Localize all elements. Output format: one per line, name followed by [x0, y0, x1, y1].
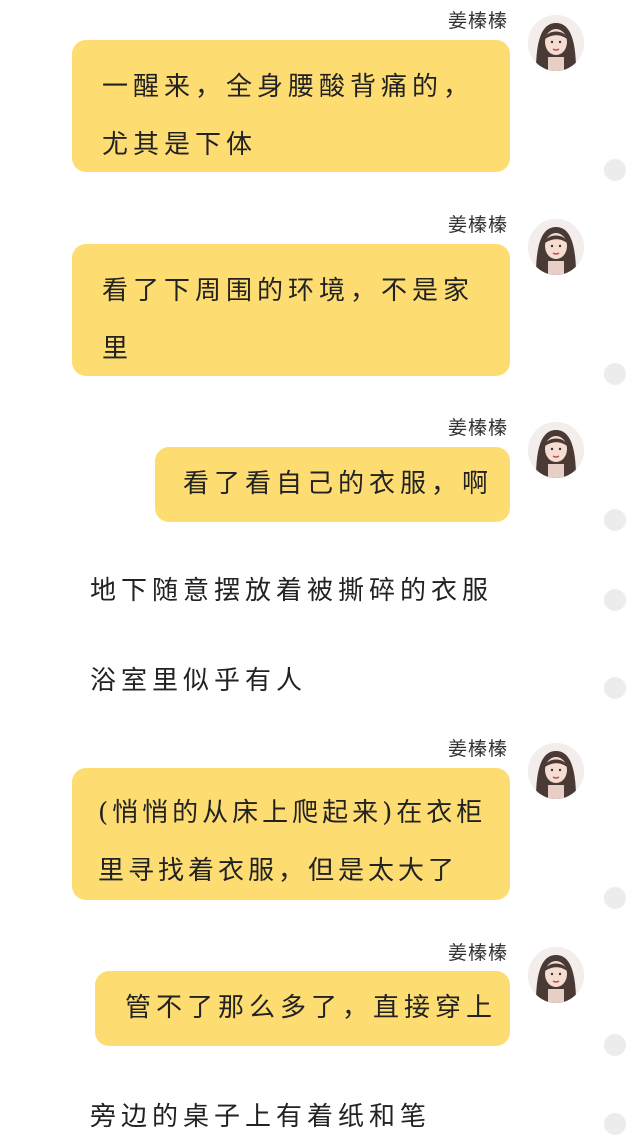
message-bubble[interactable]: (悄悄的从床上爬起来)在衣柜 里寻找着衣服，但是太大了 — [72, 768, 510, 900]
narration-text: 旁边的桌子上有着纸和笔 — [90, 1102, 432, 1132]
side-dot — [604, 887, 626, 909]
message-line: 里寻找着衣服，但是太大了 — [98, 856, 459, 886]
message-line: (悄悄的从床上爬起来)在衣柜 — [98, 798, 487, 828]
message-line: 看了看自己的衣服，啊 — [183, 469, 494, 499]
sender-name: 姜榛榛 — [447, 942, 508, 964]
message-bubble[interactable]: 一醒来，全身腰酸背痛的， 尤其是下体 — [72, 40, 510, 172]
narration-text: 浴室里似乎有人 — [90, 666, 308, 696]
message-line: 里 — [102, 334, 134, 364]
message-bubble[interactable]: 管不了那么多了，直接穿上 — [95, 971, 510, 1046]
sender-name: 姜榛榛 — [447, 738, 508, 760]
narration-text: 地下随意摆放着被撕碎的衣服 — [90, 576, 494, 606]
side-dot — [604, 589, 626, 611]
side-dot — [604, 159, 626, 181]
side-dot — [604, 363, 626, 385]
avatar[interactable] — [528, 219, 584, 275]
side-dot — [604, 677, 626, 699]
message-line: 一醒来，全身腰酸背痛的， — [102, 72, 475, 102]
side-dot — [604, 1113, 626, 1135]
avatar[interactable] — [528, 422, 584, 478]
avatar[interactable] — [528, 743, 584, 799]
message-bubble[interactable]: 看了下周围的环境，不是家 里 — [72, 244, 510, 376]
side-dot — [604, 509, 626, 531]
sender-name: 姜榛榛 — [447, 417, 508, 439]
message-line: 尤其是下体 — [102, 130, 258, 160]
avatar[interactable] — [528, 947, 584, 1003]
message-line: 看了下周围的环境，不是家 — [102, 276, 475, 306]
avatar[interactable] — [528, 15, 584, 71]
message-bubble[interactable]: 看了看自己的衣服，啊 — [155, 447, 510, 522]
side-dot — [604, 1034, 626, 1056]
sender-name: 姜榛榛 — [447, 214, 508, 236]
message-line: 管不了那么多了，直接穿上 — [125, 993, 498, 1023]
sender-name: 姜榛榛 — [447, 10, 508, 32]
